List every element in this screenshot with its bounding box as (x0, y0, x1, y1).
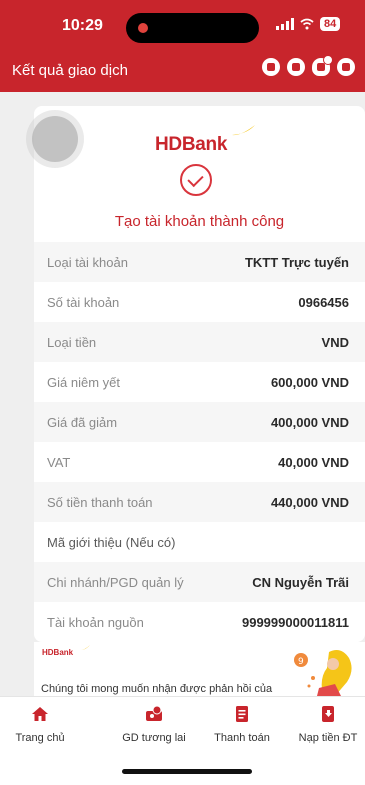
detail-value: CN Nguyễn Trãi (252, 574, 349, 590)
banner-logo: HDBank (42, 648, 74, 657)
scan-icon[interactable] (262, 58, 280, 76)
dynamic-island (126, 13, 259, 43)
detail-label: Số tiền thanh toán (47, 494, 153, 510)
banner-swoosh-icon (80, 645, 90, 650)
recording-dot-icon (138, 23, 148, 33)
qr-code-icon[interactable] (287, 58, 305, 76)
success-check-icon (180, 164, 212, 196)
detail-value: VND (321, 334, 349, 350)
home-indicator[interactable] (122, 769, 252, 774)
feedback-banner[interactable]: HDBank Chúng tôi mong muốn nhận được phả… (34, 642, 365, 696)
status-bar: 10:29 84 (0, 0, 365, 52)
page-title: Kết quả giao dịch (12, 62, 128, 79)
status-time: 10:29 (62, 17, 103, 34)
detail-row: Số tiền thanh toán 440,000 VND (34, 482, 365, 522)
transaction-details: Loại tài khoản TKTT Trực tuyến Số tài kh… (34, 242, 365, 642)
feedback-illustration-icon: 9 (294, 650, 352, 696)
detail-value: 600,000 VND (270, 374, 349, 390)
detail-row: Tài khoản nguồn 999999000011811 (34, 602, 365, 642)
profile-icon[interactable] (337, 58, 355, 76)
wifi-icon (300, 18, 314, 30)
detail-label: VAT (47, 454, 71, 470)
nav-label: GD tương lai (122, 732, 186, 744)
detail-label: Loại tài khoản (47, 254, 128, 270)
detail-value: TKTT Trực tuyến (244, 254, 349, 270)
detail-row: Chi nhánh/PGD quản lý CN Nguyễn Trãi (34, 562, 365, 602)
detail-label: Chi nhánh/PGD quản lý (47, 574, 184, 590)
detail-value: 400,000 VND (270, 414, 349, 430)
screen: 10:29 84 Kết quả giao dịch HDBank Tạo tà… (0, 0, 365, 785)
nav-label: Thanh toán (214, 732, 270, 744)
detail-label: Mã giới thiệu (Nếu có) (47, 534, 176, 550)
header-actions (262, 55, 355, 76)
assistive-touch-button[interactable] (32, 116, 78, 162)
phone-topup-icon (322, 706, 334, 722)
detail-row: Giá đã giảm 400,000 VND (34, 402, 365, 442)
nav-item-future-transaction[interactable]: GD tương lai (112, 705, 196, 744)
success-message: Tạo tài khoản thành công (114, 213, 285, 230)
detail-row: Loại tiền VND (34, 322, 365, 362)
detail-row: Mã giới thiệu (Nếu có) (34, 522, 365, 562)
nav-label: Trang chủ (15, 732, 65, 744)
detail-row: Số tài khoản 0966456 (34, 282, 365, 322)
detail-label: Số tài khoản (47, 294, 120, 310)
detail-row: VAT 40,000 VND (34, 442, 365, 482)
nav-item-payment[interactable]: Thanh toán (208, 705, 276, 744)
nav-item-home[interactable]: Trang chủ (12, 705, 68, 744)
bill-icon (236, 706, 248, 722)
system-icons: 84 (276, 17, 341, 31)
detail-row: Giá niêm yết 600,000 VND (34, 362, 365, 402)
future-transaction-icon (146, 705, 162, 721)
svg-text:9: 9 (298, 657, 304, 667)
detail-value: 440,000 VND (270, 494, 349, 510)
app-header: 10:29 84 Kết quả giao dịch (0, 0, 365, 92)
detail-row: Loại tài khoản TKTT Trực tuyến (34, 242, 365, 282)
detail-value: 999999000011811 (241, 614, 349, 630)
nav-item-phone-topup[interactable]: Nạp tiền ĐT (294, 705, 362, 744)
nav-label: Nạp tiền ĐT (298, 732, 358, 744)
brand-logo: HDBank (155, 134, 228, 155)
detail-label: Loại tiền (47, 334, 97, 350)
detail-label: Tài khoản nguồn (47, 614, 144, 630)
title-bar: Kết quả giao dịch (0, 52, 365, 92)
banner-text: Chúng tôi mong muốn nhận được phản hồi c… (41, 683, 273, 695)
detail-label: Giá đã giảm (47, 414, 118, 430)
detail-value: 40,000 VND (278, 454, 349, 470)
home-icon (32, 707, 48, 721)
detail-label: Giá niêm yết (47, 374, 120, 390)
brand-swoosh-icon (232, 125, 255, 136)
battery-icon: 84 (320, 17, 341, 31)
detail-value: 0966456 (298, 294, 349, 310)
notification-bell-icon[interactable] (312, 55, 333, 76)
signal-icon (276, 18, 294, 30)
